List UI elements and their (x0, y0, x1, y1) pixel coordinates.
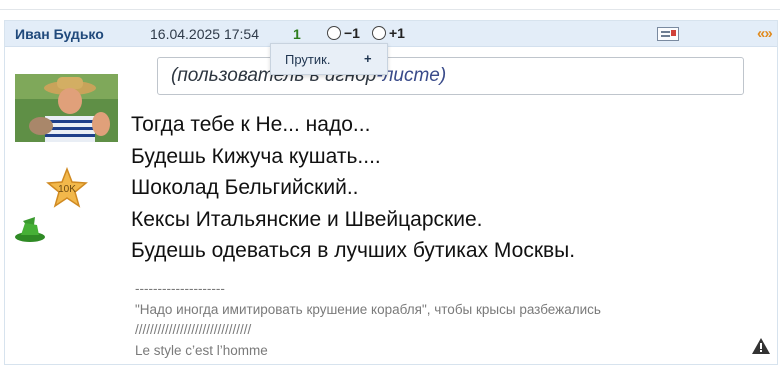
radio-icon[interactable] (372, 26, 386, 40)
signature-quote: "Надо иногда имитировать крушение корабл… (135, 301, 601, 317)
message-line: Тогда тебе к Не... надо... (131, 113, 371, 136)
message-line: Будешь Кижуча кушать.... (131, 144, 381, 168)
message-body: Тогда тебе к Не... надо... Будешь Кижуча… (131, 109, 751, 267)
rating-popup: Прутик. + (270, 43, 388, 75)
post-date: 16.04.2025 17:54 (150, 26, 259, 42)
vote-minus-radio[interactable]: −1 (327, 25, 360, 41)
quote-button[interactable]: «» (757, 25, 773, 42)
message-line: Кексы Итальянские и Швейцарские. (131, 207, 483, 231)
vote-minus-label: −1 (344, 25, 360, 41)
post-rating: 1 (293, 26, 301, 42)
author-name[interactable]: Иван Будько (15, 26, 104, 42)
avatar[interactable] (15, 74, 118, 142)
forum-post: Иван Будько 16.04.2025 17:54 1 −1 +1 «» … (4, 20, 778, 365)
report-warning-icon[interactable] (751, 337, 771, 355)
signature: -------------------- "Надо иногда имитир… (135, 279, 735, 361)
signature-slashes: /////////////////////////////// (135, 322, 252, 337)
wizard-hat-icon (15, 217, 45, 242)
message-line: Шоколад Бельгийский.. (131, 176, 359, 199)
post-header: Иван Будько 16.04.2025 17:54 1 −1 +1 «» (5, 21, 777, 47)
avatar-image (15, 74, 118, 142)
ignore-notice: (пользователь в игнор-листе) (157, 57, 744, 95)
signature-motto: Le style c’est l’homme (135, 342, 268, 358)
badge-text: 10K (58, 184, 76, 195)
vote-plus-label: +1 (389, 25, 405, 41)
private-message-icon[interactable] (657, 27, 679, 41)
star-badge-icon: 10K (46, 167, 88, 208)
popup-plus: + (364, 51, 372, 66)
top-divider (0, 0, 780, 10)
message-line: Будешь одеваться в лучших бутиках Москвы… (131, 239, 576, 262)
signature-divider: -------------------- (135, 281, 225, 296)
radio-icon[interactable] (327, 26, 341, 40)
popup-voter-item[interactable]: Прутик. (285, 52, 330, 67)
vote-plus-radio[interactable]: +1 (372, 25, 405, 41)
